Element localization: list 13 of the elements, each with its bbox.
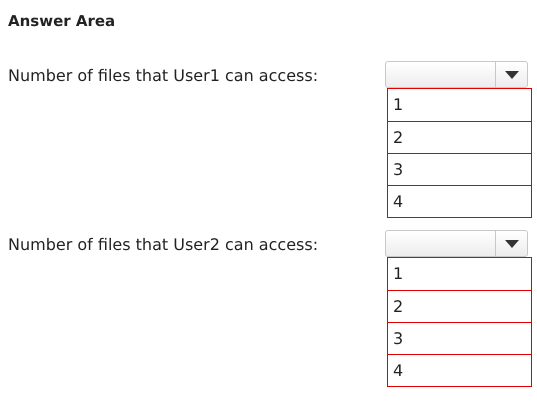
option-item[interactable]: 4 — [388, 354, 531, 386]
option-item[interactable]: 2 — [388, 121, 531, 153]
answer-area-title: Answer Area — [8, 11, 116, 32]
question-label: Number of files that User1 can access: — [8, 66, 318, 85]
question-label: Number of files that User2 can access: — [8, 235, 318, 254]
option-item[interactable]: 3 — [388, 322, 531, 354]
dropdown[interactable] — [385, 230, 528, 257]
option-item[interactable]: 1 — [388, 258, 531, 290]
option-item[interactable]: 2 — [388, 290, 531, 322]
option-item[interactable]: 4 — [388, 185, 531, 217]
dropdown[interactable] — [385, 61, 528, 88]
option-item[interactable]: 3 — [388, 153, 531, 185]
option-item[interactable]: 1 — [388, 89, 531, 121]
